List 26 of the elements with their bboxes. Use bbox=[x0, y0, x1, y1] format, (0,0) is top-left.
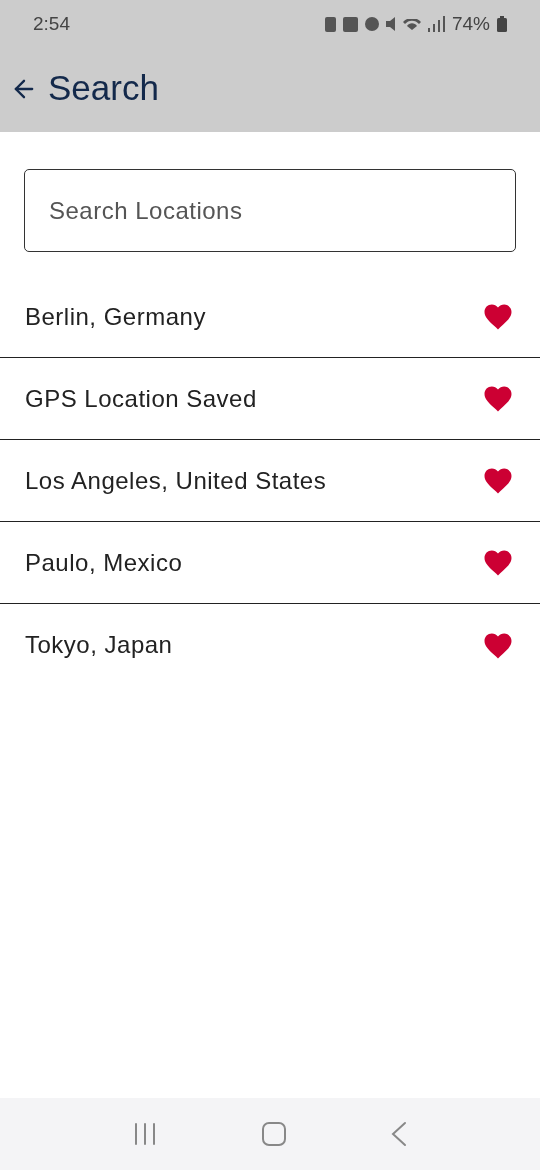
heart-icon[interactable] bbox=[483, 303, 513, 330]
back-nav-icon[interactable] bbox=[391, 1121, 408, 1147]
battery-percentage: 74% bbox=[451, 11, 490, 36]
location-row[interactable]: Los Angeles, United States bbox=[0, 440, 540, 522]
heart-icon[interactable] bbox=[483, 385, 513, 412]
location-name: Paulo, Mexico bbox=[25, 547, 183, 578]
location-row[interactable]: Berlin, Germany bbox=[0, 276, 540, 358]
location-row[interactable]: Tokyo, Japan bbox=[0, 604, 540, 686]
location-name: Tokyo, Japan bbox=[25, 630, 173, 660]
location-name: Berlin, Germany bbox=[25, 301, 206, 332]
location-row[interactable]: GPS Location Saved bbox=[0, 358, 540, 440]
heart-icon[interactable] bbox=[483, 467, 513, 494]
heart-icon[interactable] bbox=[483, 549, 513, 576]
home-icon[interactable] bbox=[262, 1122, 286, 1146]
mute-icon bbox=[385, 17, 396, 31]
location-name: GPS Location Saved bbox=[25, 383, 257, 414]
wifi-icon bbox=[402, 18, 421, 30]
status-time: 2:54 bbox=[33, 11, 70, 36]
search-field[interactable]: Search Locations bbox=[24, 169, 516, 252]
recent-apps-icon[interactable] bbox=[132, 1122, 157, 1146]
battery-icon bbox=[497, 16, 507, 32]
heart-icon[interactable] bbox=[483, 631, 513, 659]
signal-icon bbox=[427, 16, 445, 32]
location-row[interactable]: Paulo, Mexico bbox=[0, 522, 540, 604]
page-title: Search bbox=[48, 67, 159, 110]
location-name: Los Angeles, United States bbox=[25, 465, 327, 496]
